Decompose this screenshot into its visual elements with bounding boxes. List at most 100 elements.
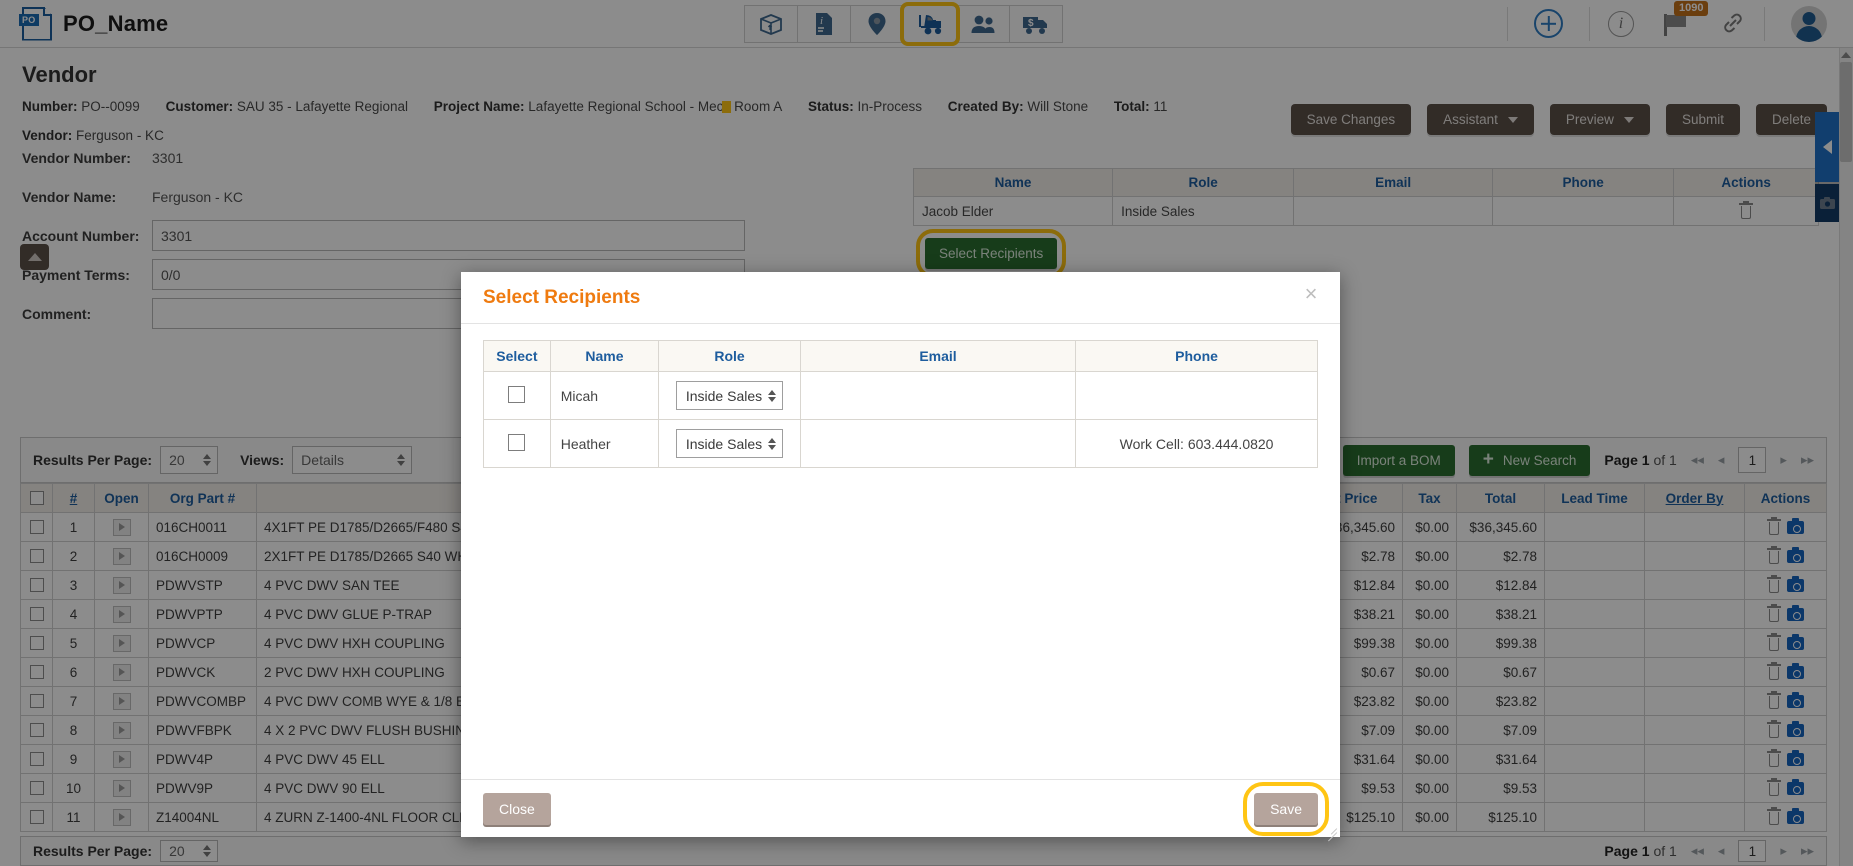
results-per-page-select[interactable]: 20 [160, 446, 219, 474]
row-checkbox[interactable] [29, 606, 44, 621]
camera-icon[interactable] [1787, 692, 1804, 708]
camera-icon[interactable] [1787, 779, 1804, 795]
delete-icon[interactable] [1767, 691, 1781, 709]
info-button[interactable]: i [1590, 0, 1652, 48]
delete-icon[interactable] [1767, 546, 1781, 564]
close-icon[interactable]: × [1300, 283, 1322, 306]
resize-grip-icon[interactable] [1325, 823, 1338, 842]
expand-row-button[interactable] [112, 634, 131, 652]
delete-icon[interactable] [1767, 633, 1781, 651]
close-button[interactable]: Close [483, 792, 551, 825]
account-number-input[interactable] [152, 220, 745, 251]
submit-button[interactable]: Submit [1665, 104, 1740, 135]
cell-select [20, 599, 53, 629]
scrollbar-thumb[interactable] [1840, 62, 1852, 162]
nav-package-button[interactable] [744, 4, 798, 43]
nav-location-button[interactable] [850, 4, 904, 43]
expand-row-button[interactable] [112, 547, 131, 565]
new-search-button[interactable]: + New Search [1468, 444, 1591, 476]
row-checkbox[interactable] [29, 548, 44, 563]
expand-row-button[interactable] [112, 518, 131, 536]
next-page-button[interactable]: ▸ [1780, 452, 1787, 468]
save-button[interactable]: Save [1254, 792, 1318, 825]
expand-row-button[interactable] [112, 750, 131, 768]
save-button-highlight: Save [1243, 781, 1329, 836]
expand-row-button[interactable] [112, 663, 131, 681]
page-number-input[interactable]: 1 [1738, 447, 1767, 473]
nav-submittals-button[interactable]: i [797, 4, 851, 43]
views-select[interactable]: Details [292, 446, 413, 474]
meta-project-value-suffix: Room A [730, 99, 783, 114]
page-scrollbar[interactable] [1839, 48, 1853, 866]
row-checkbox[interactable] [29, 693, 44, 708]
assistant-button[interactable]: Assistant [1427, 104, 1534, 135]
camera-icon[interactable] [1787, 518, 1804, 534]
footer-page-number-input[interactable]: 1 [1738, 840, 1767, 862]
expand-row-button[interactable] [112, 779, 131, 797]
nav-purchase-orders-button[interactable] [900, 1, 960, 46]
camera-icon[interactable] [1787, 634, 1804, 650]
row-checkbox[interactable] [29, 809, 44, 824]
camera-icon[interactable] [1787, 605, 1804, 621]
footer-first-page-button[interactable]: ◂◂ [1691, 843, 1704, 859]
first-page-button[interactable]: ◂◂ [1691, 452, 1704, 468]
prev-page-button[interactable]: ◂ [1718, 452, 1725, 468]
camera-icon[interactable] [1787, 750, 1804, 766]
preview-button[interactable]: Preview [1549, 104, 1650, 135]
recipient-checkbox[interactable] [508, 385, 526, 403]
delete-icon[interactable] [1767, 778, 1781, 796]
delete-icon[interactable] [1767, 517, 1781, 535]
camera-icon[interactable] [1787, 663, 1804, 679]
expand-row-button[interactable] [112, 721, 131, 739]
collapse-section-button[interactable] [20, 244, 49, 270]
import-bom-button[interactable]: Import a BOM [1342, 444, 1455, 476]
save-changes-button[interactable]: Save Changes [1290, 104, 1412, 135]
link-button[interactable] [1702, 0, 1764, 48]
col-role: Role [658, 340, 801, 372]
select-recipients-button[interactable]: Select Recipients [925, 238, 1058, 269]
user-profile-button[interactable] [1765, 0, 1853, 48]
sidebar-collapse-button[interactable] [1815, 112, 1839, 182]
table-row: Heather Inside Sales Work Cell: 603.444.08… [483, 419, 1318, 468]
row-checkbox[interactable] [29, 519, 44, 534]
role-select[interactable]: Inside Sales [675, 381, 784, 410]
delete-icon[interactable] [1767, 662, 1781, 680]
meta-project-label: Project Name: [433, 99, 525, 114]
footer-last-page-button[interactable]: ▸▸ [1801, 843, 1814, 859]
row-checkbox[interactable] [29, 722, 44, 737]
screenshot-capture-button[interactable] [1815, 184, 1839, 222]
row-checkbox[interactable] [29, 780, 44, 795]
camera-icon[interactable] [1787, 576, 1804, 592]
add-new-button[interactable] [1508, 0, 1589, 48]
row-checkbox[interactable] [29, 664, 44, 679]
delete-icon[interactable] [1767, 749, 1781, 767]
expand-row-button[interactable] [112, 692, 131, 710]
row-checkbox[interactable] [29, 577, 44, 592]
camera-icon[interactable] [1787, 547, 1804, 563]
row-checkbox[interactable] [29, 635, 44, 650]
footer-next-page-button[interactable]: ▸ [1780, 843, 1787, 859]
delete-icon[interactable] [1767, 604, 1781, 622]
row-checkbox[interactable] [29, 751, 44, 766]
notifications-flag-button[interactable]: 1090 [1652, 0, 1709, 48]
role-select[interactable]: Inside Sales [675, 429, 784, 458]
cell-org-part: Z14004NL [148, 802, 257, 832]
camera-icon[interactable] [1787, 808, 1804, 824]
last-page-button[interactable]: ▸▸ [1801, 452, 1814, 468]
recipient-checkbox[interactable] [508, 433, 526, 451]
footer-results-per-page-select[interactable]: 20 [160, 840, 219, 862]
delete-icon[interactable] [1767, 575, 1781, 593]
camera-icon[interactable] [1787, 721, 1804, 737]
scroll-up-icon[interactable] [1840, 48, 1852, 61]
expand-row-button[interactable] [112, 605, 131, 623]
delete-icon[interactable] [1767, 807, 1781, 825]
delete-icon[interactable] [1767, 720, 1781, 738]
cell-actions [1744, 744, 1827, 774]
nav-shipping-button[interactable]: $ [1009, 4, 1063, 43]
expand-row-button[interactable] [112, 576, 131, 594]
nav-contacts-button[interactable] [956, 4, 1010, 43]
select-all-checkbox[interactable] [29, 490, 44, 505]
expand-row-button[interactable] [112, 808, 131, 826]
delete-icon[interactable] [1739, 201, 1754, 219]
footer-prev-page-button[interactable]: ◂ [1718, 843, 1725, 859]
